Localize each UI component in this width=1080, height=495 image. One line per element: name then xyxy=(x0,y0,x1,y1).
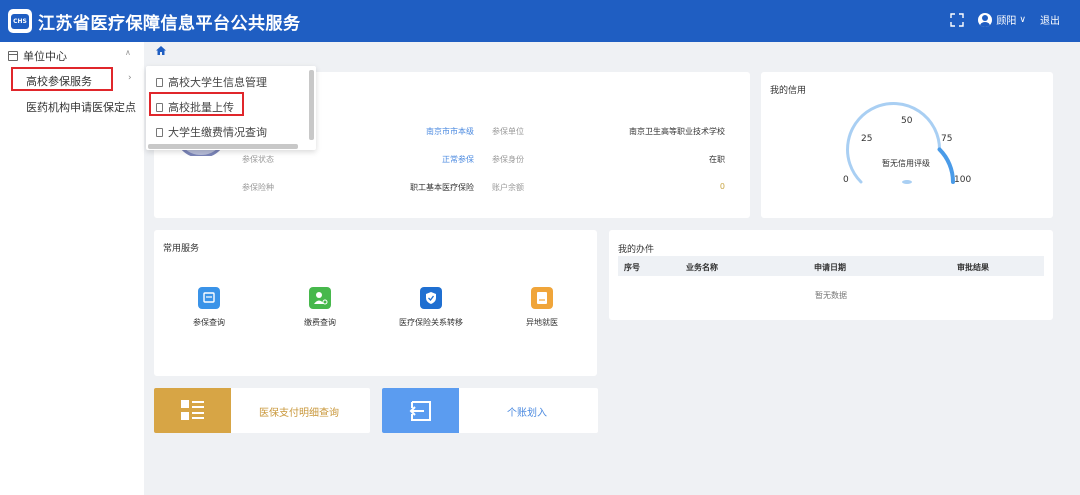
field-label: 参保身份 xyxy=(492,155,524,164)
app-title: 江苏省医疗保障信息平台公共服务 xyxy=(38,14,301,34)
service-label: 异地就医 xyxy=(526,318,558,327)
document-icon xyxy=(156,102,163,112)
chevron-right-icon: › xyxy=(128,100,132,110)
sidebar-item-label: 医药机构申请医保定点 xyxy=(26,101,136,114)
flyout-item-batch-upload[interactable]: 高校批量上传 xyxy=(156,99,234,115)
quick-label: 医保支付明细查询 xyxy=(259,408,339,419)
home-icon[interactable] xyxy=(156,46,166,55)
field-label: 参保单位 xyxy=(492,127,524,136)
flyout-menu: 高校大学生信息管理 高校批量上传 大学生缴费情况查询 xyxy=(146,66,316,150)
balance-value: 0 xyxy=(719,182,725,191)
remote-medical-icon xyxy=(531,287,553,309)
document-icon xyxy=(156,127,163,137)
service-label: 缴费查询 xyxy=(304,318,336,327)
sidebar-group-label: 单位中心 xyxy=(23,50,67,63)
flyout-item-label: 高校批量上传 xyxy=(168,101,234,114)
flyout-item-payment-query[interactable]: 大学生缴费情况查询 xyxy=(156,124,267,140)
flyout-item-student-info[interactable]: 高校大学生信息管理 xyxy=(156,74,267,90)
service-remote-medical[interactable]: 异地就医 xyxy=(492,287,592,328)
quick-payment-detail[interactable]: 医保支付明细查询 xyxy=(154,388,370,433)
sidebar-group-unit-center[interactable]: 单位中心 xyxy=(8,48,67,64)
shield-transfer-icon xyxy=(420,287,442,309)
service-payment-query[interactable]: 缴费查询 xyxy=(270,287,370,328)
service-insurance-query[interactable]: 参保查询 xyxy=(159,287,259,328)
region-value: 南京市市本级 xyxy=(426,127,474,136)
column-header: 业务名称 xyxy=(686,263,718,272)
field-value: 职工基本医疗保险 xyxy=(410,183,474,192)
list-grid-icon xyxy=(154,388,231,433)
field-label: 账户余额 xyxy=(492,183,524,192)
gauge-tick-100: 100 xyxy=(954,175,972,185)
sidebar-item-label: 高校参保服务 xyxy=(26,75,92,88)
sidebar-item-designated-application[interactable]: 医药机构申请医保定点 xyxy=(26,99,136,115)
field-label: 参保险种 xyxy=(242,183,274,192)
gauge-tick-75: 75 xyxy=(941,134,953,144)
service-label: 参保查询 xyxy=(193,318,225,327)
document-icon xyxy=(156,77,163,87)
services-title: 常用服务 xyxy=(163,244,200,254)
my-tasks-title: 我的办件 xyxy=(618,245,655,255)
gauge-center-text: 暂无信用评级 xyxy=(882,159,930,168)
user-name[interactable]: 顾阳 xyxy=(996,12,1016,27)
credit-card: 我的信用 0 25 50 75 100 暂无信用评级 xyxy=(761,72,1053,218)
insurance-query-icon xyxy=(198,287,220,309)
field-value: 在职 xyxy=(709,155,725,164)
empty-state-text: 暂无数据 xyxy=(815,291,847,300)
tasks-table-header: 序号 业务名称 申请日期 审批结果 xyxy=(618,256,1044,276)
chevron-right-icon: › xyxy=(128,73,132,83)
my-tasks-card: 我的办件 序号 业务名称 申请日期 审批结果 暂无数据 xyxy=(609,230,1053,320)
chevron-down-icon[interactable]: ∨ xyxy=(1019,15,1026,25)
services-card: 常用服务 参保查询 缴费查询 医疗保险关系转移 异地就医 xyxy=(154,230,597,376)
service-relation-transfer[interactable]: 医疗保险关系转移 xyxy=(381,287,481,328)
fullscreen-icon[interactable] xyxy=(950,12,965,27)
app-header: CHS 江苏省医疗保障信息平台公共服务 顾阳 ∨ 退出 xyxy=(0,0,1080,42)
logo-text: CHS xyxy=(11,13,29,29)
user-avatar-icon[interactable] xyxy=(978,12,993,27)
field-value: 南京卫生高等职业技术学校 xyxy=(629,127,725,136)
gauge-tick-50: 50 xyxy=(901,116,913,126)
quick-account-transfer[interactable]: 个账划入 xyxy=(382,388,598,433)
sidebar: 单位中心 ∧ 高校参保服务 › 医药机构申请医保定点 › xyxy=(0,42,144,495)
flyout-item-label: 大学生缴费情况查询 xyxy=(168,126,267,139)
logout-button[interactable]: 退出 xyxy=(1040,12,1060,27)
gauge-progress xyxy=(937,147,955,184)
gauge-tick-25: 25 xyxy=(861,134,873,144)
sidebar-item-university-insurance[interactable]: 高校参保服务 xyxy=(11,67,113,91)
service-label: 医疗保险关系转移 xyxy=(399,318,463,327)
calendar-icon xyxy=(8,51,18,61)
column-header: 申请日期 xyxy=(814,263,846,272)
chevron-up-icon[interactable]: ∧ xyxy=(125,48,131,57)
chs-logo: CHS xyxy=(8,9,32,33)
column-header: 审批结果 xyxy=(957,263,989,272)
flyout-item-label: 高校大学生信息管理 xyxy=(168,76,267,89)
quick-label: 个账划入 xyxy=(507,408,547,419)
column-header: 序号 xyxy=(624,263,640,272)
gauge-pointer xyxy=(902,180,912,184)
field-label: 参保状态 xyxy=(242,155,274,164)
login-arrow-icon xyxy=(382,388,459,433)
vertical-scrollbar[interactable] xyxy=(309,70,314,140)
credit-gauge xyxy=(846,101,955,184)
status-value: 正常参保 xyxy=(442,155,474,164)
horizontal-scrollbar[interactable] xyxy=(148,144,298,149)
payment-query-icon xyxy=(309,287,331,309)
gauge-tick-0: 0 xyxy=(843,175,849,185)
